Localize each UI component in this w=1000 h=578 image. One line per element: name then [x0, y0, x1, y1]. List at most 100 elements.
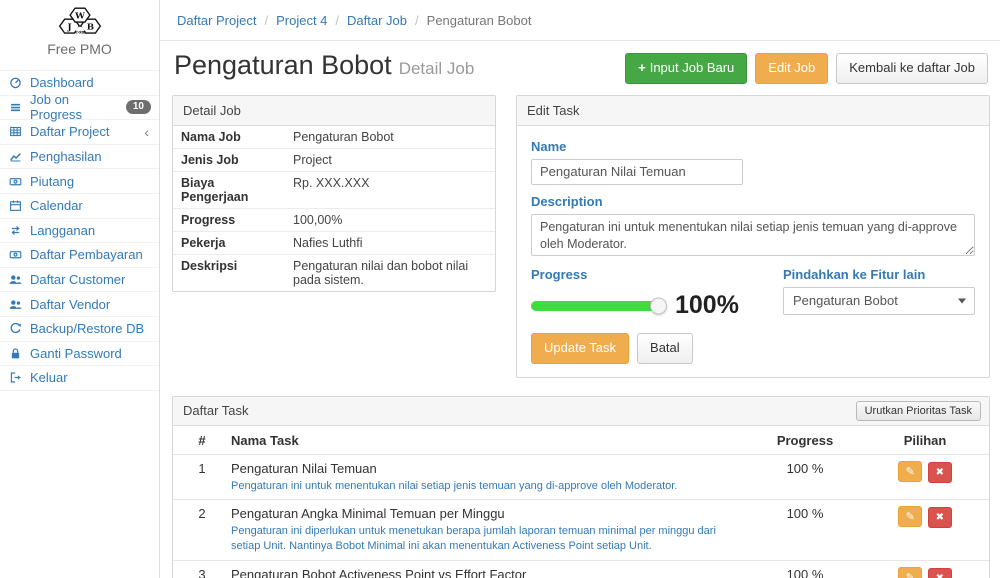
plus-icon — [638, 60, 646, 75]
delete-x-icon: ✖ — [936, 467, 944, 478]
sidebar-item-calendar[interactable]: Calendar — [0, 194, 159, 219]
task-name: Pengaturan Angka Minimal Temuan per Ming… — [231, 506, 733, 521]
edit-task-button[interactable]: ✎ — [898, 461, 922, 482]
sidebar-item-daftar-customer[interactable]: Daftar Customer — [0, 268, 159, 293]
content-header: Pengaturan BobotDetail Job Input Job Bar… — [172, 45, 990, 95]
breadcrumb-daftar-job[interactable]: Daftar Job — [327, 13, 407, 28]
sidebar-item-label: Daftar Project — [30, 124, 109, 139]
pencil-icon: ✎ — [906, 465, 915, 478]
chevron-left-icon — [144, 125, 151, 139]
sidebar-item-label: Dashboard — [30, 75, 94, 90]
header-buttons: Input Job Baru Edit Job Kembali ke dafta… — [625, 53, 988, 84]
progress-slider[interactable] — [531, 301, 659, 311]
sidebar-item-ganti-password[interactable]: Ganti Password — [0, 342, 159, 367]
detail-job-panel-title: Detail Job — [173, 96, 495, 126]
sidebar-item-label: Calendar — [30, 198, 83, 213]
task-description-textarea[interactable]: Pengaturan ini untuk menentukan nilai se… — [531, 214, 975, 256]
move-feature-select[interactable]: Pengaturan Bobot — [783, 287, 975, 315]
batal-button[interactable]: Batal — [637, 333, 693, 364]
dashboard-icon — [8, 76, 23, 89]
table-row: 1 Pengaturan Nilai Temuan Pengaturan ini… — [173, 454, 989, 499]
jwb-logo-icon: W J B .com — [51, 7, 109, 36]
task-name: Pengaturan Nilai Temuan — [231, 461, 733, 476]
svg-text:B: B — [86, 22, 93, 32]
refresh-icon — [8, 322, 23, 335]
table-row: 3 Pengaturan Bobot Activeness Point vs E… — [173, 560, 989, 578]
table-icon — [8, 125, 23, 138]
users-icon — [8, 298, 23, 311]
breadcrumb: Daftar Project Project 4 Daftar Job Peng… — [160, 0, 1000, 41]
detail-job-panel: Detail Job Nama JobPengaturan Bobot Jeni… — [172, 95, 496, 292]
svg-text:.com: .com — [73, 30, 86, 35]
chart-line-icon — [8, 150, 23, 163]
sidebar-item-label: Backup/Restore DB — [30, 321, 144, 336]
brand-subtitle: Free PMO — [0, 41, 159, 57]
sidebar-item-label: Job on Progress — [30, 92, 119, 122]
app-window: W J B .com Free PMO Dashboard Job on Pro… — [0, 0, 1000, 578]
edit-task-button[interactable]: ✎ — [898, 506, 922, 527]
main-area: Daftar Project Project 4 Daftar Job Peng… — [160, 0, 1000, 578]
sidebar-item-label: Daftar Vendor — [30, 297, 110, 312]
sidebar-item-job-on-progress[interactable]: Job on Progress 10 — [0, 96, 159, 121]
sidebar-item-label: Ganti Password — [30, 346, 122, 361]
progress-slider-handle[interactable] — [650, 297, 667, 314]
detail-row: Biaya PengerjaanRp. XXX.XXX — [173, 172, 495, 209]
breadcrumb-project-4[interactable]: Project 4 — [256, 13, 327, 28]
task-table-header: # Nama Task Progress Pilihan — [173, 426, 989, 454]
table-row: 2 Pengaturan Angka Minimal Temuan per Mi… — [173, 499, 989, 560]
sidebar-item-langganan[interactable]: Langganan — [0, 219, 159, 244]
progress-slider-fill — [531, 301, 659, 311]
caret-down-icon — [958, 298, 966, 303]
sidebar-item-label: Daftar Customer — [30, 272, 125, 287]
task-name-input[interactable] — [531, 159, 743, 185]
brand-logo[interactable]: W J B .com Free PMO — [0, 0, 159, 62]
svg-text:J: J — [66, 22, 71, 32]
money-icon — [8, 248, 23, 261]
count-badge: 10 — [126, 100, 151, 114]
selected-option: Pengaturan Bobot — [793, 293, 898, 308]
calendar-icon — [8, 199, 23, 212]
edit-task-button[interactable]: ✎ — [898, 567, 922, 578]
task-number: 1 — [173, 461, 231, 494]
edit-job-button[interactable]: Edit Job — [755, 53, 828, 84]
task-description: Pengaturan ini untuk menentukan nilai se… — [231, 479, 733, 494]
urutkan-prioritas-top-button[interactable]: Urutkan Prioritas Task — [856, 401, 981, 421]
sidebar-item-daftar-pembayaran[interactable]: Daftar Pembayaran — [0, 243, 159, 268]
lock-icon — [8, 347, 23, 360]
sidebar-item-penghasilan[interactable]: Penghasilan — [0, 145, 159, 170]
task-progress: 100 % — [749, 461, 861, 494]
detail-job-table: Nama JobPengaturan Bobot Jenis JobProjec… — [173, 126, 495, 291]
kembali-button[interactable]: Kembali ke daftar Job — [836, 53, 988, 84]
delete-x-icon: ✖ — [936, 573, 944, 578]
task-number: 3 — [173, 567, 231, 578]
task-progress: 100 % — [749, 506, 861, 555]
detail-row: Progress100,00% — [173, 209, 495, 232]
detail-row: PekerjaNafies Luthfi — [173, 232, 495, 255]
daftar-task-panel-title: Daftar Task — [183, 403, 249, 418]
sidebar-item-daftar-project[interactable]: Daftar Project — [0, 120, 159, 145]
content: Pengaturan Bobot Detail Job Input Job Bar… — [160, 41, 1000, 578]
sidebar: W J B .com Free PMO Dashboard Job on Pro… — [0, 0, 160, 578]
sidebar-item-label: Keluar — [30, 370, 68, 385]
breadcrumb-daftar-project[interactable]: Daftar Project — [177, 13, 256, 28]
update-task-button[interactable]: Update Task — [531, 333, 629, 364]
edit-task-panel: Edit Task Name Description Pengaturan in… — [516, 95, 990, 378]
money-icon — [8, 175, 23, 188]
delete-task-button[interactable]: ✖ — [928, 507, 952, 528]
move-feature-label: Pindahkan ke Fitur lain — [783, 267, 975, 282]
sidebar-item-label: Piutang — [30, 174, 74, 189]
task-table: # Nama Task Progress Pilihan 1 Pengatura… — [173, 426, 989, 578]
name-label: Name — [531, 139, 975, 154]
panels-row: Detail Job Nama JobPengaturan Bobot Jeni… — [172, 95, 990, 378]
sidebar-item-piutang[interactable]: Piutang — [0, 169, 159, 194]
task-number: 2 — [173, 506, 231, 555]
delete-task-button[interactable]: ✖ — [928, 462, 952, 483]
delete-task-button[interactable]: ✖ — [928, 568, 952, 578]
description-label: Description — [531, 194, 975, 209]
sidebar-item-daftar-vendor[interactable]: Daftar Vendor — [0, 292, 159, 317]
detail-row: DeskripsiPengaturan nilai dan bobot nila… — [173, 255, 495, 291]
sidebar-item-keluar[interactable]: Keluar — [0, 366, 159, 391]
input-job-baru-button[interactable]: Input Job Baru — [625, 53, 747, 84]
sidebar-item-backup-restore[interactable]: Backup/Restore DB — [0, 317, 159, 342]
retweet-icon — [8, 224, 23, 237]
